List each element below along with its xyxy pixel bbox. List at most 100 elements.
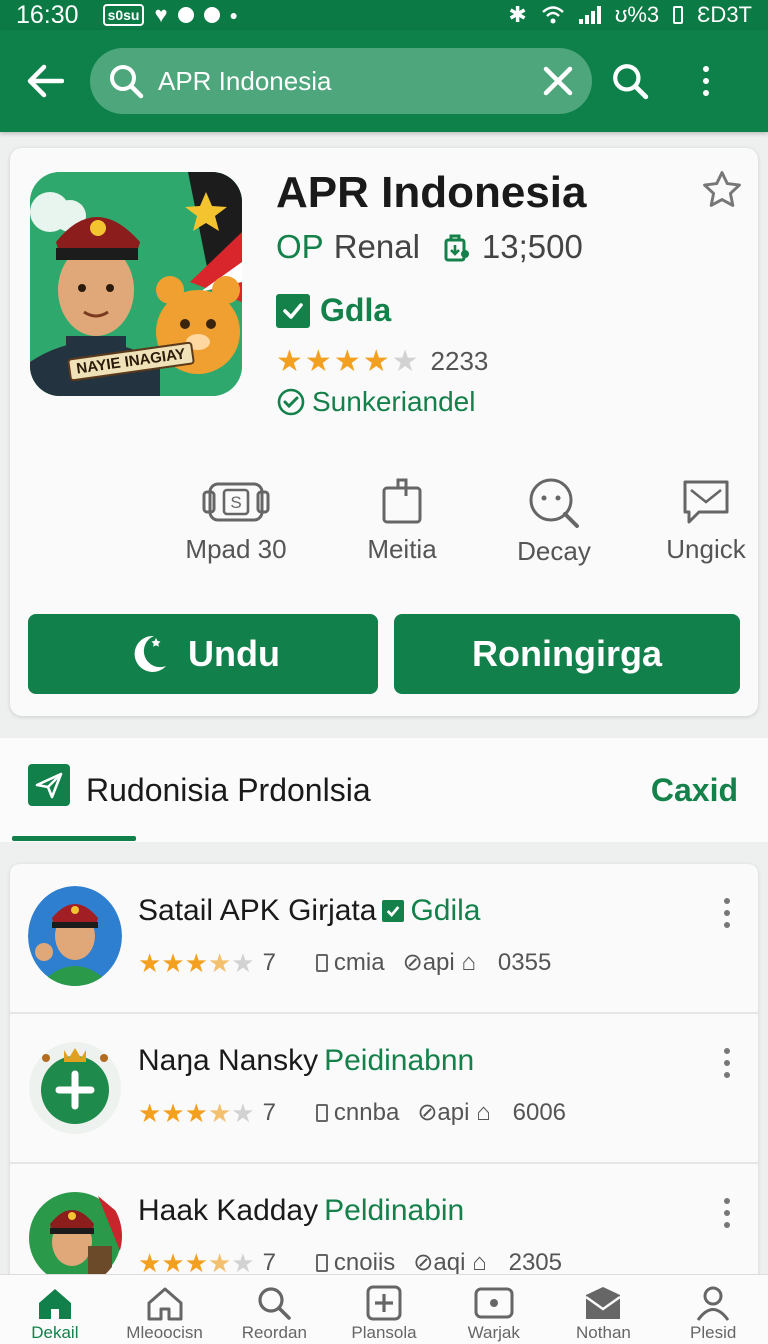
- rating-count: 2233: [430, 346, 489, 376]
- item-title: Satail APK Girjata Gdila: [138, 894, 481, 928]
- notification-dot-icon: [203, 7, 220, 23]
- nav-label: Plesid: [690, 1323, 737, 1342]
- more-vert-icon: [703, 66, 709, 96]
- status-time: 16:30: [16, 0, 79, 29]
- avatar: [28, 886, 122, 986]
- search-input[interactable]: APR Indonesia: [158, 66, 542, 97]
- item-name: Haak Kadday: [138, 1194, 319, 1227]
- list-item[interactable]: Haak Kadday Peldinabin ★ ★ ★ ★ ★ 7 cnoiis ⊘a…: [10, 1164, 758, 1284]
- person-icon: [696, 1286, 730, 1321]
- item-meta-3: 6006: [512, 1098, 567, 1126]
- action-mpad[interactable]: S Mpad 30: [166, 478, 306, 565]
- star-half-icon: ★: [207, 1097, 232, 1128]
- item-more-button[interactable]: [724, 1048, 730, 1078]
- star-icon: ★: [333, 344, 361, 378]
- notification-icons: s0su ♥ ●: [102, 2, 239, 28]
- favorite-button[interactable]: [700, 168, 744, 212]
- home-outline-icon: [147, 1287, 183, 1321]
- tab-indicator: [12, 836, 136, 841]
- nav-item-dekail[interactable]: Dekail: [0, 1275, 110, 1344]
- status-bar: 16:30 s0su ♥ ● ✱ ʊ%3 ƐD3T: [0, 0, 768, 30]
- nav-label: Mleoocisn: [126, 1323, 203, 1342]
- star-half-icon: ★: [207, 947, 232, 978]
- verified-label: Sunkeriandel: [312, 386, 476, 417]
- nav-item-plesid[interactable]: Plesid: [658, 1275, 768, 1344]
- search-icon: [110, 65, 144, 99]
- action-decay[interactable]: Decay: [484, 478, 624, 567]
- action-label: Decay: [517, 536, 591, 566]
- list-item[interactable]: Naŋa Nansky Peidinabnn ★ ★ ★ ★ ★ 7 cnnba ⊘ap…: [10, 1014, 758, 1164]
- star-icon: ★: [161, 1247, 185, 1278]
- nav-item-reordan[interactable]: Reordan: [219, 1275, 329, 1344]
- rating-stars: ★ ★ ★ ★ ★: [276, 344, 419, 378]
- star-icon: ★: [391, 344, 419, 378]
- star-icon: ★: [231, 947, 255, 978]
- item-tag: Gdila: [410, 894, 481, 927]
- badge-label: Gdla: [320, 292, 392, 328]
- check-box-icon: [382, 900, 405, 922]
- item-more-button[interactable]: [724, 898, 730, 928]
- back-button[interactable]: [0, 30, 90, 132]
- star-icon: ★: [161, 1097, 185, 1128]
- action-label: Meitia: [367, 534, 437, 564]
- avatar: [28, 1036, 122, 1136]
- nav-item-nothan[interactable]: Nothan: [549, 1275, 659, 1344]
- action-meitia[interactable]: Meitia: [332, 478, 472, 565]
- verified-check-icon: [277, 388, 305, 416]
- section-link[interactable]: Caxid: [651, 772, 738, 809]
- search-field[interactable]: APR Indonesia: [90, 48, 592, 114]
- nav-item-mleoocisn[interactable]: Mleoocisn: [110, 1275, 220, 1344]
- item-meta-3: 0355: [497, 948, 552, 976]
- search-button[interactable]: [592, 30, 668, 132]
- nav-item-plansola[interactable]: Plansola: [329, 1275, 439, 1344]
- nav-label: Reordan: [241, 1323, 307, 1342]
- nav-label: Warjak: [467, 1323, 520, 1342]
- home-icon: [38, 1289, 71, 1319]
- developer-name[interactable]: Renal: [334, 228, 420, 266]
- app-detail-card: NAYIE INAGIAY APR Indonesia OP Renal 13;…: [10, 148, 758, 716]
- status-extra-text: ƐD3T: [697, 2, 752, 27]
- item-meta-3: 2305: [508, 1248, 562, 1276]
- star-icon: ★: [276, 344, 303, 378]
- phone-icon: [315, 953, 328, 972]
- item-meta: ★ ★ ★ ★ ★ 7 cnoiis ⊘aqi ⌂ 2305: [138, 1248, 562, 1277]
- item-meta-2: ⊘api ⌂: [417, 1099, 491, 1126]
- item-tag: Peidinabnn: [324, 1044, 475, 1077]
- clear-icon[interactable]: [542, 65, 574, 97]
- download-count: 13;500: [481, 228, 583, 265]
- section-header: Rudonisia Prdonlsia Caxid: [0, 738, 768, 842]
- action-ungick[interactable]: Ungick: [636, 478, 768, 565]
- check-box-icon: [276, 293, 310, 328]
- sim-chip-icon: s0su: [102, 4, 145, 26]
- face-search-icon: [529, 478, 579, 528]
- app-icon: NAYIE INAGIAY: [30, 172, 242, 396]
- download-button[interactable]: Undu: [28, 614, 378, 694]
- action-label: Mpad 30: [185, 534, 287, 564]
- star-outline-icon: [703, 171, 741, 207]
- more-dot-icon: ●: [229, 7, 239, 23]
- secondary-button[interactable]: Roningirga: [394, 614, 740, 694]
- add-box-icon: [366, 1285, 402, 1321]
- item-meta-1-text: cnoiis: [333, 1248, 396, 1276]
- nav-label: Dekail: [31, 1323, 79, 1342]
- nav-item-warjak[interactable]: Warjak: [439, 1275, 549, 1344]
- star-icon: ★: [184, 1247, 208, 1278]
- item-more-button[interactable]: [724, 1198, 730, 1228]
- signal-icon: [578, 6, 601, 24]
- list-item[interactable]: Satail APK Girjata Gdila ★ ★ ★ ★ ★ 7 cmia ⊘a…: [10, 864, 758, 1014]
- wifi-icon: [542, 6, 564, 24]
- overflow-menu-button[interactable]: [668, 30, 744, 132]
- star-icon: ★: [138, 1097, 162, 1128]
- send-icon: [28, 764, 70, 806]
- mail-icon: [585, 1287, 622, 1319]
- item-meta-1: cmia: [315, 949, 385, 977]
- system-icons: ✱ ʊ%3 ƐD3T: [508, 2, 752, 28]
- star-icon: ★: [304, 344, 332, 378]
- item-meta-1: cnnba: [315, 1099, 399, 1127]
- battery-text: ʊ%3: [614, 2, 660, 27]
- nav-label: Nothan: [576, 1323, 631, 1342]
- item-title: Naŋa Nansky Peidinabnn: [138, 1044, 474, 1078]
- download-count-icon: [444, 234, 469, 262]
- item-rating-count: 7: [262, 1098, 276, 1126]
- item-name: Satail APK Girjata: [138, 894, 377, 927]
